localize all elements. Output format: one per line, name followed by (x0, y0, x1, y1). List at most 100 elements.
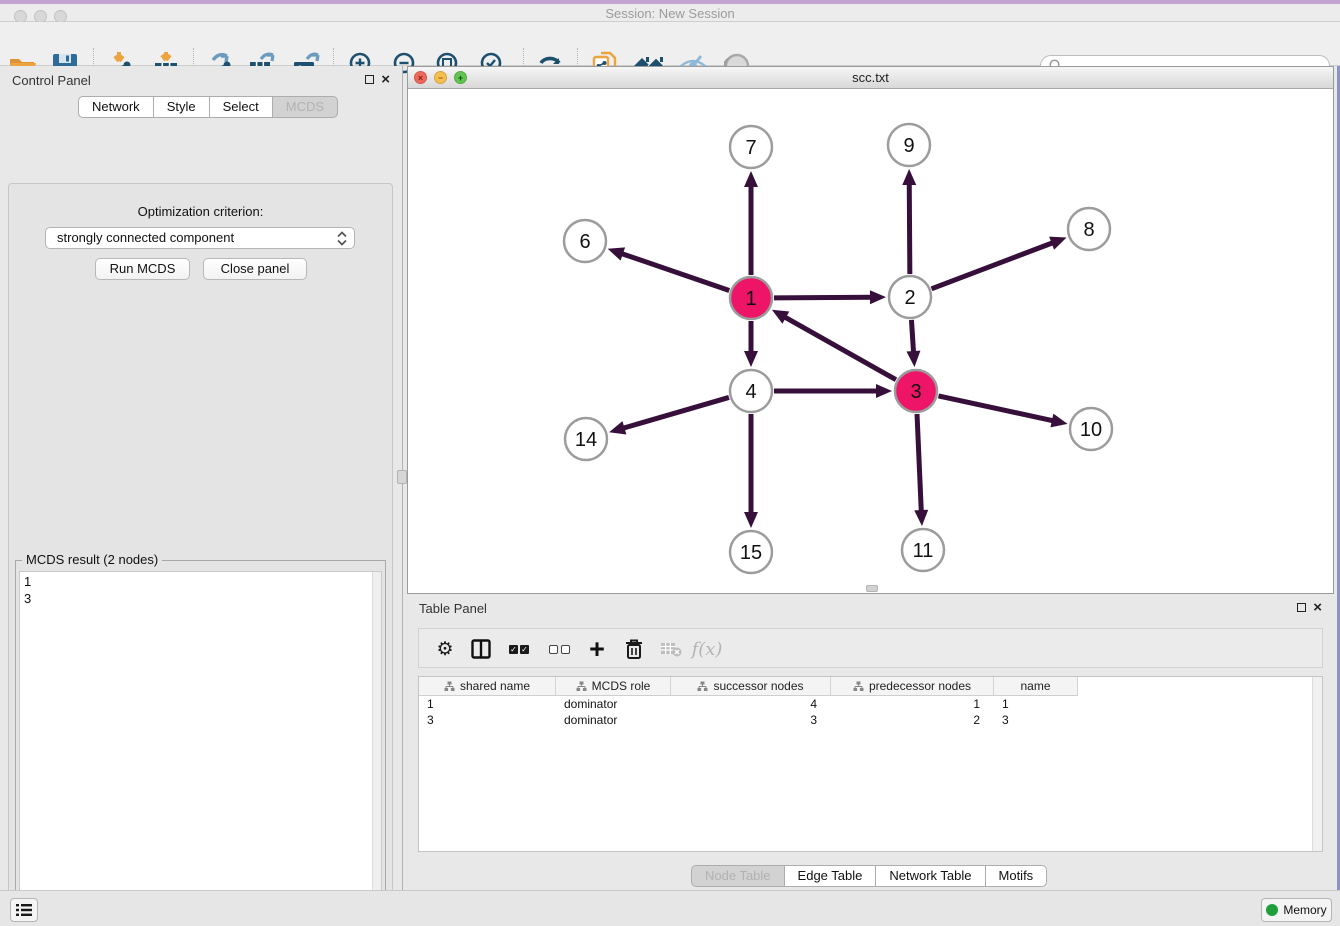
optimization-select[interactable]: strongly connected component (45, 227, 355, 249)
arrowhead-2-9 (902, 169, 916, 185)
graph-node-label-14: 14 (575, 429, 597, 451)
tab-select[interactable]: Select (209, 96, 273, 118)
optimization-value: strongly connected component (57, 230, 234, 245)
horizontal-splitter-handle[interactable] (866, 585, 878, 592)
cell-successor-nodes[interactable]: 3 (671, 712, 831, 728)
vertical-splitter-handle[interactable] (397, 470, 407, 484)
cell-MCDS-role[interactable]: dominator (556, 696, 671, 712)
arrowhead-4-15 (744, 512, 758, 528)
graph-node-label-8: 8 (1083, 219, 1094, 241)
result-scrollbar[interactable] (372, 572, 381, 926)
edge-1-2[interactable] (774, 297, 872, 298)
list-icon (16, 903, 32, 917)
control-panel: Control Panel × NetworkStyleSelectMCDS O… (0, 66, 402, 890)
chevron-stepper-icon (336, 231, 348, 252)
cell-shared-name[interactable]: 1 (419, 696, 556, 712)
arrowhead-2-3 (906, 351, 920, 367)
table-panel: Table Panel × ⚙ ✓✓ + f(x) shared nameMCD… (407, 596, 1334, 890)
network-canvas[interactable]: 7968124314101511 (408, 89, 1333, 593)
column-header-MCDS-role[interactable]: MCDS role (556, 677, 671, 696)
edge-3-1[interactable] (784, 317, 896, 380)
cell-name[interactable]: 1 (994, 696, 1078, 712)
tab-motifs[interactable]: Motifs (985, 865, 1048, 887)
mcds-result-title: MCDS result (2 nodes) (22, 552, 162, 567)
graph-node-label-15: 15 (740, 542, 762, 564)
edge-4-14[interactable] (622, 397, 728, 428)
graph-node-label-2: 2 (904, 287, 915, 309)
arrowhead-3-11 (914, 510, 928, 526)
delete-table-icon[interactable] (655, 633, 687, 665)
table-row[interactable]: 3dominator323 (419, 712, 1078, 728)
mcds-tab-content: Optimization criterion: strongly connect… (8, 183, 393, 926)
status-bar: Memory (0, 890, 1340, 926)
column-header-predecessor-nodes[interactable]: predecessor nodes (831, 677, 994, 696)
table-panel-title: Table Panel (419, 601, 487, 616)
arrowhead-1-2 (870, 290, 886, 304)
graph-node-label-3: 3 (910, 381, 921, 403)
edge-2-8[interactable] (932, 242, 1054, 288)
edge-2-3[interactable] (911, 320, 913, 353)
tab-style[interactable]: Style (153, 96, 210, 118)
control-panel-tabs: NetworkStyleSelectMCDS (78, 96, 338, 118)
table-scrollbar[interactable] (1312, 677, 1322, 851)
mcds-result-textarea[interactable]: 13 (19, 571, 382, 926)
close-panel-icon[interactable]: × (381, 74, 390, 85)
tab-network[interactable]: Network (78, 96, 154, 118)
edge-1-6[interactable] (621, 253, 729, 290)
arrowhead-4-3 (876, 384, 892, 398)
show-panels-list-button[interactable] (10, 898, 38, 922)
main-toolbar (0, 22, 1340, 66)
float-table-panel-icon[interactable] (1297, 603, 1306, 612)
control-panel-title: Control Panel (12, 73, 91, 88)
close-panel-button[interactable]: Close panel (203, 258, 307, 280)
cell-predecessor-nodes[interactable]: 1 (831, 696, 994, 712)
memory-label: Memory (1283, 903, 1326, 917)
optimization-label: Optimization criterion: (9, 204, 392, 219)
graph-node-label-11: 11 (913, 540, 934, 562)
node-table: shared nameMCDS rolesuccessor nodesprede… (418, 676, 1323, 852)
cell-name[interactable]: 3 (994, 712, 1078, 728)
table-tabs: Node TableEdge TableNetwork TableMotifs (691, 865, 1047, 887)
tab-network-table[interactable]: Network Table (875, 865, 985, 887)
column-header-name[interactable]: name (994, 677, 1078, 696)
close-table-panel-icon[interactable]: × (1313, 602, 1322, 613)
table-toolbar: ⚙ ✓✓ + f(x) (418, 628, 1323, 668)
tab-node-table[interactable]: Node Table (691, 865, 785, 887)
arrowhead-1-4 (744, 351, 758, 367)
edge-3-10[interactable] (938, 396, 1053, 421)
function-builder-icon[interactable]: f(x) (691, 633, 723, 665)
network-window-title: scc.txt (408, 70, 1333, 85)
select-all-icon[interactable]: ✓✓ (503, 633, 535, 665)
column-header-successor-nodes[interactable]: successor nodes (671, 677, 831, 696)
cell-predecessor-nodes[interactable]: 2 (831, 712, 994, 728)
float-panel-icon[interactable] (365, 75, 374, 84)
tab-edge-table[interactable]: Edge Table (784, 865, 877, 887)
delete-row-icon[interactable] (618, 633, 650, 665)
table-settings-icon[interactable]: ⚙ (429, 633, 461, 665)
graph-node-label-6: 6 (579, 231, 590, 253)
table-header-row: shared nameMCDS rolesuccessor nodesprede… (419, 677, 1078, 696)
run-mcds-button[interactable]: Run MCDS (95, 258, 190, 280)
arrowhead-1-7 (744, 171, 758, 187)
cell-MCDS-role[interactable]: dominator (556, 712, 671, 728)
memory-button[interactable]: Memory (1261, 898, 1332, 922)
table-row[interactable]: 1dominator411 (419, 696, 1078, 712)
graph-node-label-7: 7 (745, 137, 756, 159)
graph-node-label-10: 10 (1080, 419, 1102, 441)
mcds-result-lines: 13 (24, 573, 31, 607)
show-columns-icon[interactable] (465, 633, 497, 665)
graph-node-label-1: 1 (745, 288, 756, 310)
deselect-all-icon[interactable] (543, 633, 575, 665)
edge-3-11[interactable] (917, 414, 921, 512)
column-header-shared-name[interactable]: shared name (419, 677, 556, 696)
cell-successor-nodes[interactable]: 4 (671, 696, 831, 712)
tab-mcds[interactable]: MCDS (272, 96, 338, 118)
mcds-result-group: MCDS result (2 nodes) 13 (15, 560, 386, 926)
cell-shared-name[interactable]: 3 (419, 712, 556, 728)
edge-2-9[interactable] (909, 183, 910, 274)
network-window: × − + scc.txt 7968124314101511 (407, 66, 1334, 594)
graph-node-label-4: 4 (745, 381, 756, 403)
arrowhead-2-8 (1049, 237, 1066, 250)
main-titlebar: Session: New Session (0, 4, 1340, 22)
add-row-icon[interactable]: + (581, 633, 613, 665)
